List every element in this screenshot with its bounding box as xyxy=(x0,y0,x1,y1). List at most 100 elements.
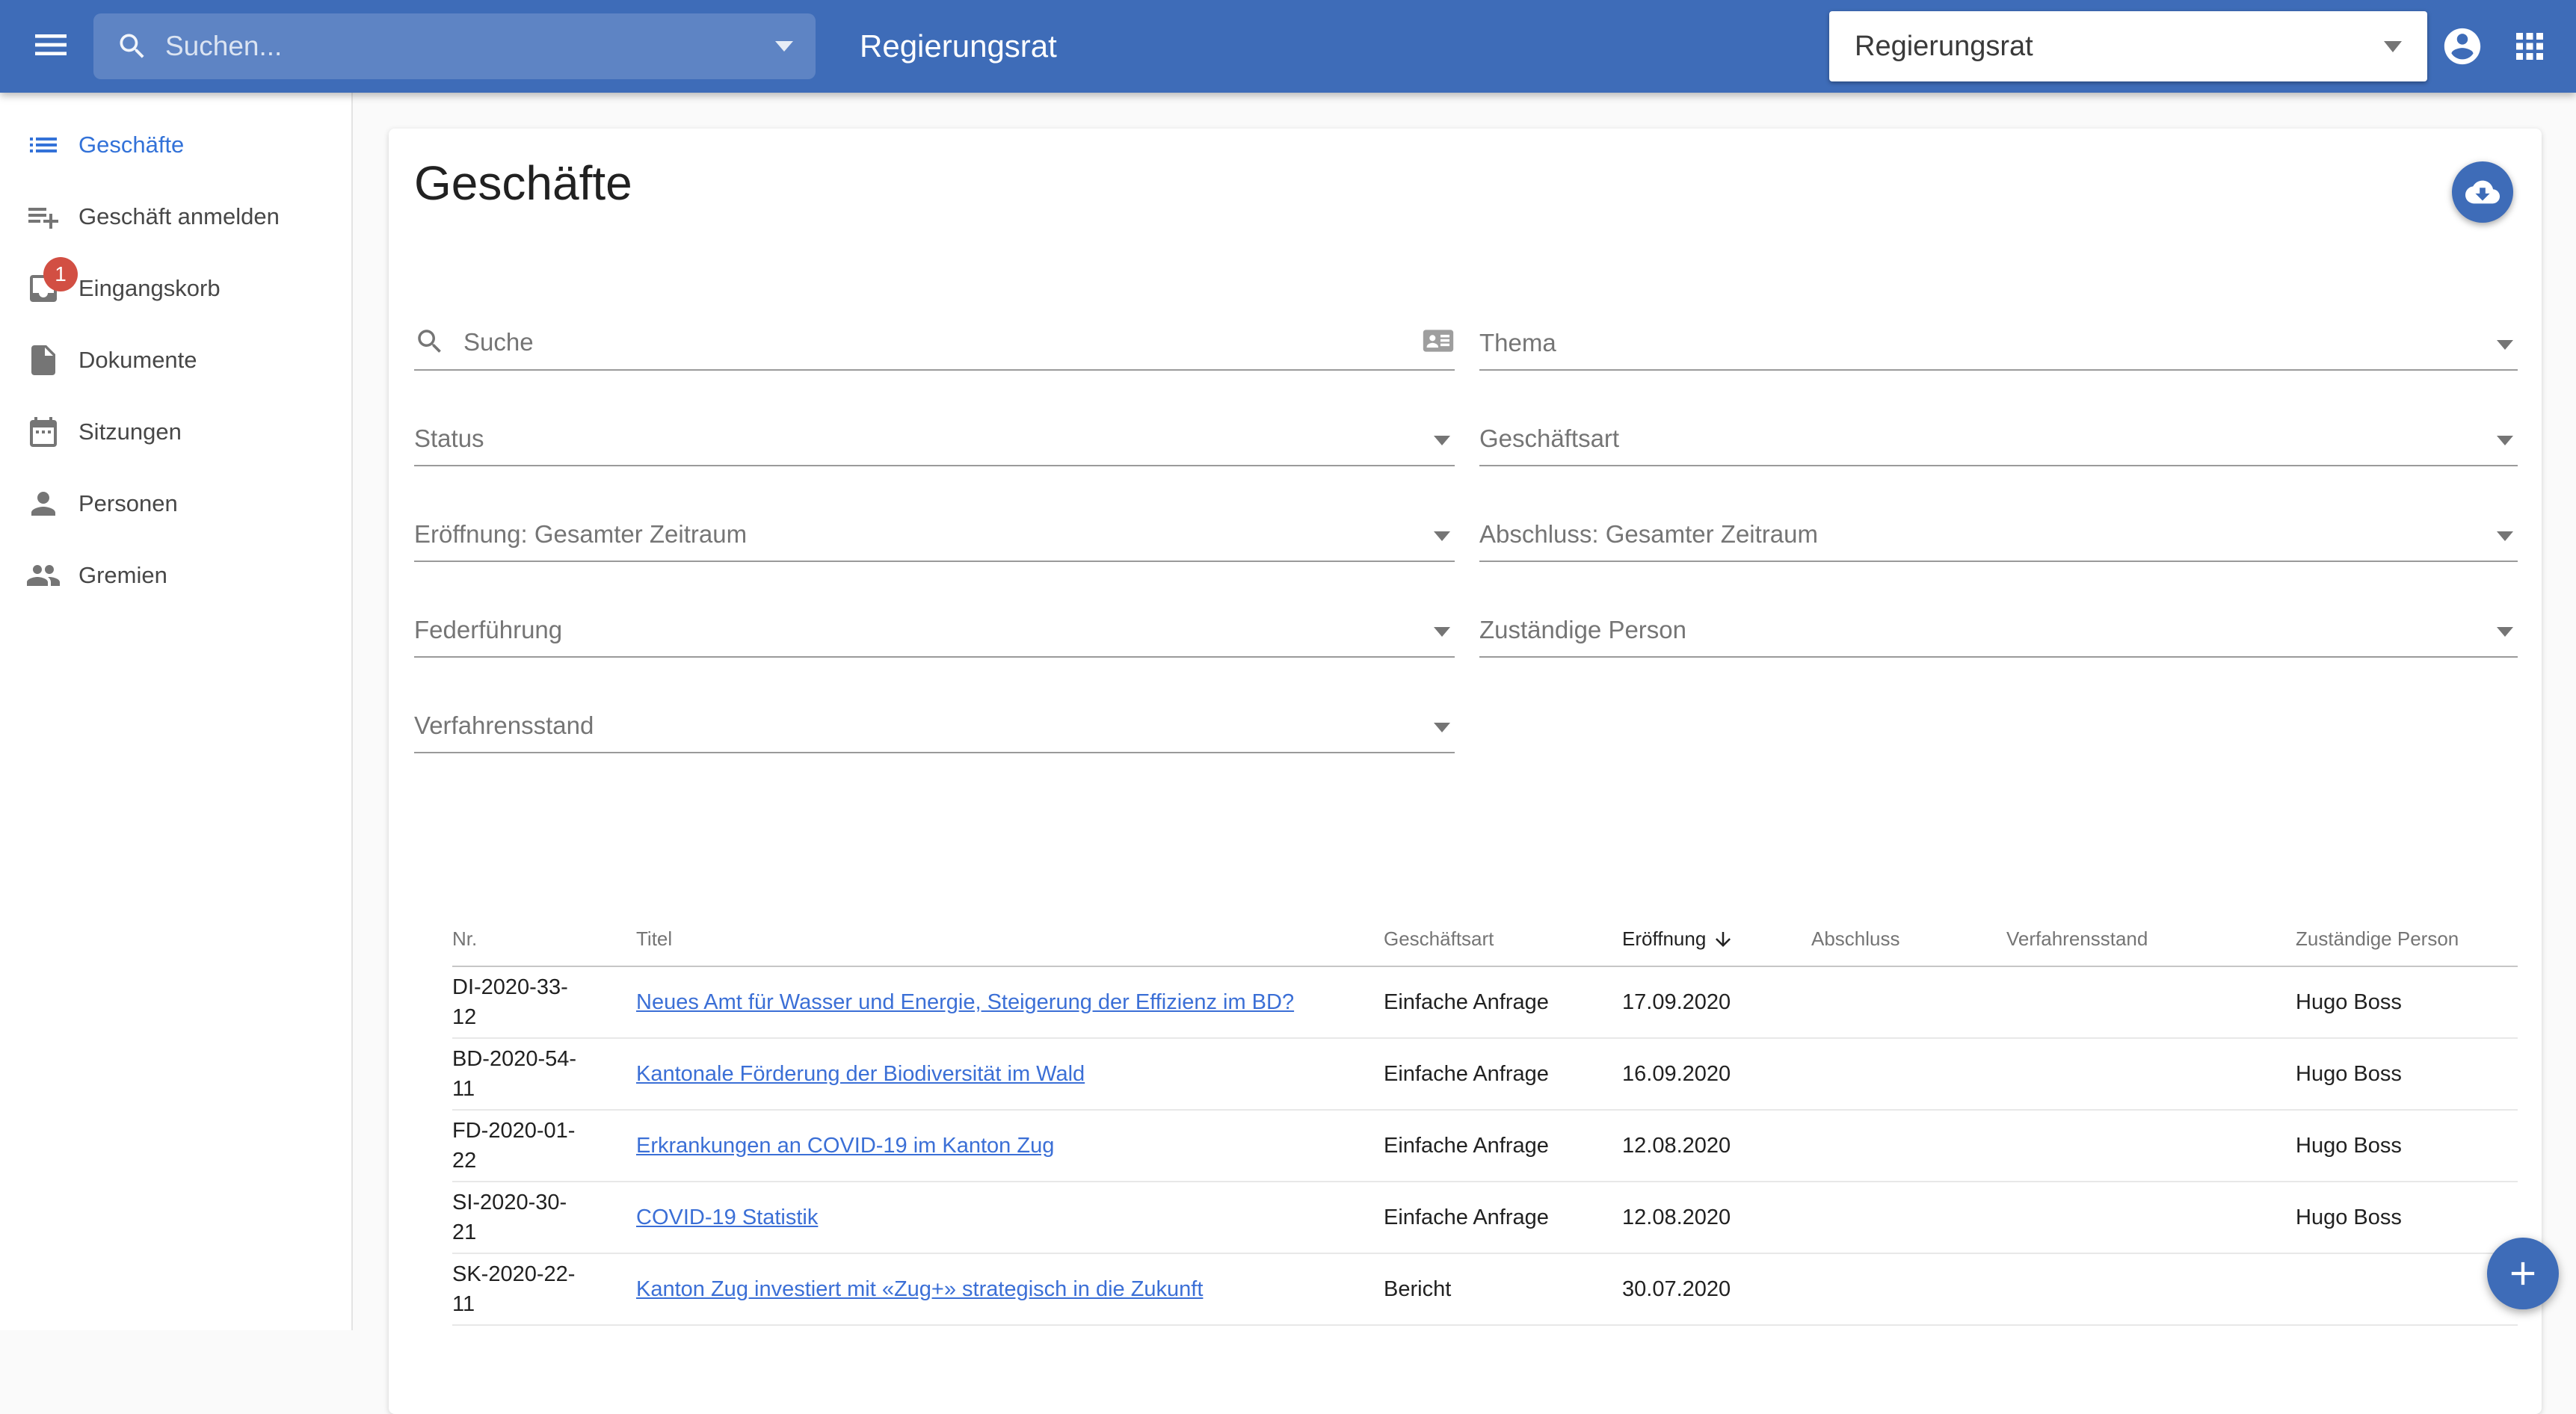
sidebar-item-label: Dokumente xyxy=(78,347,197,374)
sidebar-item-eingangskorb[interactable]: 1Eingangskorb xyxy=(0,253,351,324)
filter-label: Verfahrensstand xyxy=(414,711,594,740)
cell-verfahrensstand xyxy=(2006,1182,2296,1253)
cell-eroeffnung: 17.09.2020 xyxy=(1622,966,1811,1038)
cell-nr: FD-2020-01-22 xyxy=(452,1110,636,1182)
cell-titel: Kantonale Förderung der Biodiversität im… xyxy=(636,1038,1384,1110)
business-title-link[interactable]: COVID-19 Statistik xyxy=(636,1205,818,1229)
filter-select-federf-hrung[interactable]: Federführung xyxy=(414,590,1455,658)
cell-zustaendige-person: Hugo Boss xyxy=(2296,1038,2518,1110)
column-header-abschluss[interactable]: Abschluss xyxy=(1811,912,2006,966)
filter-select-er-ffnung-gesamter-zeitraum[interactable]: Eröffnung: Gesamter Zeitraum xyxy=(414,495,1455,562)
column-header-label: Titel xyxy=(636,927,672,950)
workspace-select[interactable]: Regierungsrat xyxy=(1829,11,2427,81)
business-number: SK-2020-22-11 xyxy=(452,1259,583,1319)
column-header-art[interactable]: Geschäftsart xyxy=(1384,912,1622,966)
sidebar-item-gesch-ft-anmelden[interactable]: Geschäft anmelden xyxy=(0,181,351,253)
apps-grid-button[interactable] xyxy=(2509,26,2550,67)
filter-label: Abschluss: Gesamter Zeitraum xyxy=(1479,520,1818,549)
contact-card-icon[interactable] xyxy=(1422,324,1455,357)
sidebar-item-label: Personen xyxy=(78,490,178,517)
chevron-down-icon xyxy=(2384,41,2402,52)
dropdown-arrow-icon xyxy=(1434,531,1450,541)
cell-abschluss xyxy=(1811,966,2006,1038)
content-card: Geschäfte Status Eröffnung: Gesamter Zeit… xyxy=(389,129,2542,1414)
dropdown-arrow-icon xyxy=(2497,436,2513,445)
filter-select-abschluss-gesamter-zeitraum[interactable]: Abschluss: Gesamter Zeitraum xyxy=(1479,495,2518,562)
cell-titel: Kanton Zug investiert mit «Zug+» strateg… xyxy=(636,1253,1384,1325)
table-row: SK-2020-22-11 Kanton Zug investiert mit «… xyxy=(452,1253,2518,1325)
sidebar-item-gremien[interactable]: Gremien xyxy=(0,540,351,611)
filter-search-input[interactable] xyxy=(462,327,1422,357)
business-number: DI-2020-33-12 xyxy=(452,972,583,1032)
filter-label: Zuständige Person xyxy=(1479,616,1686,644)
column-header-label: Nr. xyxy=(452,927,477,950)
business-table: Nr. Titel Geschäftsart Eröffnung AbschlussVe… xyxy=(452,912,2518,1326)
people-icon xyxy=(25,558,61,593)
filter-select-zust-ndige-person[interactable]: Zuständige Person xyxy=(1479,590,2518,658)
account-button[interactable] xyxy=(2441,25,2484,68)
table-row: SI-2020-30-21 COVID-19 Statistik Einfache … xyxy=(452,1182,2518,1253)
cell-nr: SI-2020-30-21 xyxy=(452,1182,636,1253)
global-search-input[interactable] xyxy=(164,30,775,63)
cloud-download-icon xyxy=(2465,175,2500,209)
table-row: BD-2020-54-11Kantonale Förderung der Bio… xyxy=(452,1038,2518,1110)
add-business-button[interactable] xyxy=(2487,1238,2559,1309)
filters-right-column: Thema Geschäftsart Abschluss: Gesamter Zei… xyxy=(1479,303,2518,782)
table-row: DI-2020-33-12 Neues Amt für Wasser und En… xyxy=(452,966,2518,1038)
document-icon xyxy=(25,342,61,378)
page-title: Geschäfte xyxy=(414,155,2518,211)
sidebar-item-personen[interactable]: Personen xyxy=(0,468,351,540)
apps-grid-icon xyxy=(2509,26,2550,67)
business-number: SI-2020-30-21 xyxy=(452,1188,583,1247)
cell-verfahrensstand xyxy=(2006,966,2296,1038)
filter-select-thema[interactable]: Thema xyxy=(1479,303,2518,371)
cell-verfahrensstand xyxy=(2006,1253,2296,1325)
dropdown-arrow-icon xyxy=(2497,627,2513,637)
cell-geschaeftsart: Einfache Anfrage xyxy=(1384,1182,1622,1253)
cell-titel: Neues Amt für Wasser und Energie, Steige… xyxy=(636,966,1384,1038)
column-header-stand[interactable]: Verfahrensstand xyxy=(2006,912,2296,966)
cell-nr: DI-2020-33-12 xyxy=(452,966,636,1038)
cell-zustaendige-person: Hugo Boss xyxy=(2296,1110,2518,1182)
column-header-nr[interactable]: Nr. xyxy=(452,912,636,966)
person-icon xyxy=(25,486,61,522)
business-title-link[interactable]: Kantonale Förderung der Biodiversität im… xyxy=(636,1062,1085,1086)
business-title-link[interactable]: Neues Amt für Wasser und Energie, Steige… xyxy=(636,990,1294,1014)
cell-geschaeftsart: Bericht xyxy=(1384,1253,1622,1325)
unread-count-badge: 1 xyxy=(43,257,78,291)
column-header-titel[interactable]: Titel xyxy=(636,912,1384,966)
dropdown-arrow-icon xyxy=(2497,531,2513,541)
column-header-eroeffnung[interactable]: Eröffnung xyxy=(1622,912,1811,966)
cell-titel: Erkrankungen an COVID-19 im Kanton Zug xyxy=(636,1110,1384,1182)
app-title: Regierungsrat xyxy=(860,28,1057,64)
menu-button[interactable] xyxy=(28,24,73,69)
dropdown-arrow-icon xyxy=(1434,627,1450,637)
filter-select-verfahrensstand[interactable]: Verfahrensstand xyxy=(414,686,1455,753)
filter-label: Eröffnung: Gesamter Zeitraum xyxy=(414,520,747,549)
filter-search-field[interactable] xyxy=(414,303,1455,371)
search-scope-dropdown-icon[interactable] xyxy=(775,41,793,52)
column-header-person[interactable]: Zuständige Person xyxy=(2296,912,2518,966)
global-search[interactable] xyxy=(93,13,816,79)
sidebar-item-gesch-fte[interactable]: Geschäfte xyxy=(0,109,351,181)
business-number: FD-2020-01-22 xyxy=(452,1116,583,1176)
dropdown-arrow-icon xyxy=(2497,340,2513,350)
column-header-label: Geschäftsart xyxy=(1384,927,1494,950)
filter-label: Geschäftsart xyxy=(1479,424,1619,453)
filter-select-status[interactable]: Status xyxy=(414,399,1455,466)
cell-nr: BD-2020-54-11 xyxy=(452,1038,636,1110)
column-header-label: Eröffnung xyxy=(1622,927,1706,950)
sidebar-item-sitzungen[interactable]: Sitzungen xyxy=(0,396,351,468)
cell-zustaendige-person: Hugo Boss xyxy=(2296,1182,2518,1253)
cell-zustaendige-person xyxy=(2296,1253,2518,1325)
cell-eroeffnung: 30.07.2020 xyxy=(1622,1253,1811,1325)
business-title-link[interactable]: Kanton Zug investiert mit «Zug+» strateg… xyxy=(636,1277,1203,1301)
sidebar-item-dokumente[interactable]: Dokumente xyxy=(0,324,351,396)
filter-select-gesch-ftsart[interactable]: Geschäftsart xyxy=(1479,399,2518,466)
export-button[interactable] xyxy=(2452,161,2513,223)
cell-verfahrensstand xyxy=(2006,1038,2296,1110)
business-title-link[interactable]: Erkrankungen an COVID-19 im Kanton Zug xyxy=(636,1134,1054,1158)
plus-icon xyxy=(2503,1254,2542,1293)
cell-eroeffnung: 12.08.2020 xyxy=(1622,1110,1811,1182)
cell-titel: COVID-19 Statistik xyxy=(636,1182,1384,1253)
